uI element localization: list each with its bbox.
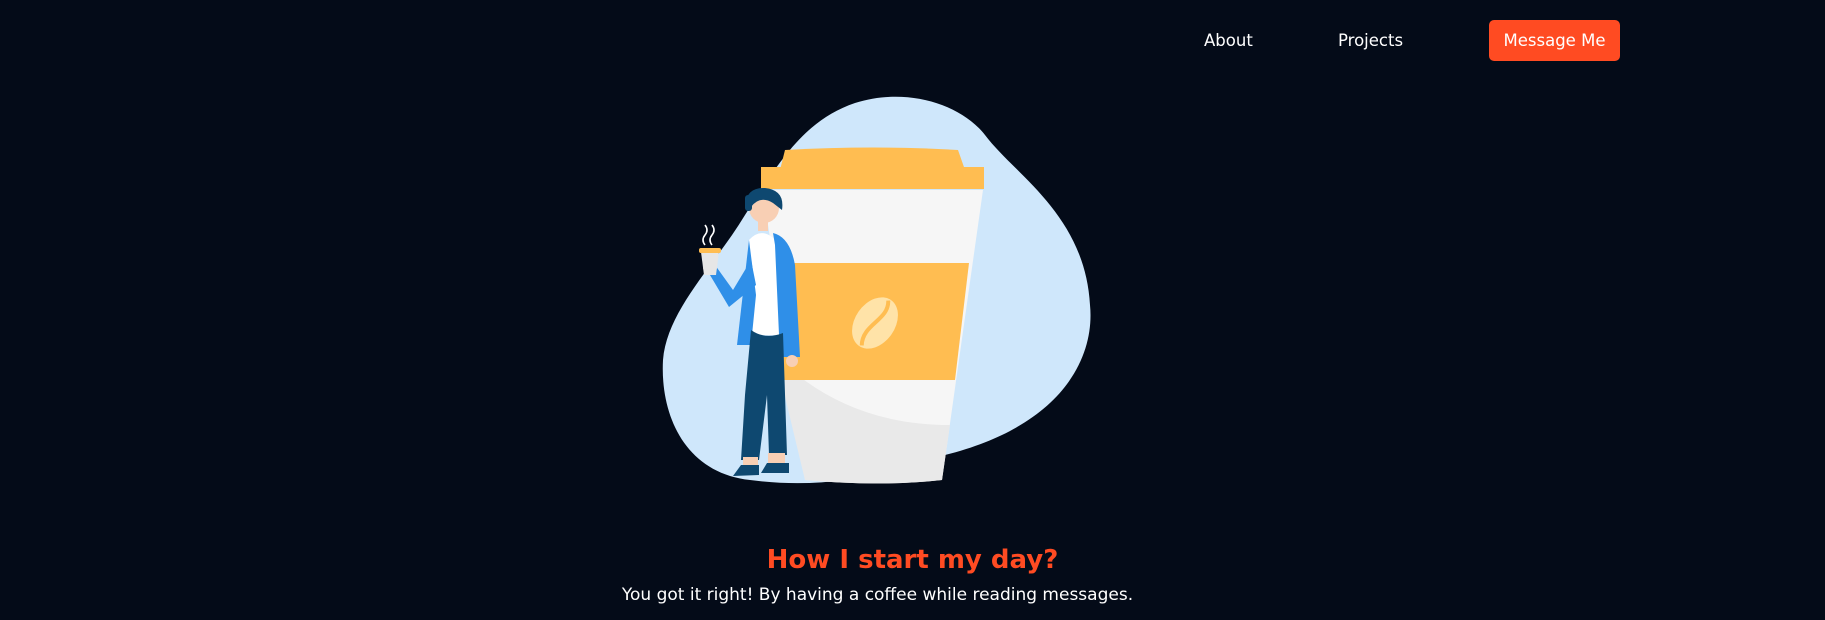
cup-lid-rim bbox=[761, 167, 984, 189]
nav-link-projects[interactable]: Projects bbox=[1338, 20, 1403, 61]
hero-title: How I start my day? bbox=[766, 545, 1059, 575]
hero-subtitle: You got it right! By having a coffee whi… bbox=[621, 585, 1134, 605]
small-cup bbox=[701, 252, 719, 275]
page: About Projects Message Me How I start my… bbox=[0, 0, 1825, 620]
message-me-button[interactable]: Message Me bbox=[1489, 20, 1620, 61]
nav-link-about[interactable]: About bbox=[1204, 20, 1253, 61]
top-nav: About Projects Message Me bbox=[0, 20, 1825, 61]
coffee-illustration bbox=[662, 96, 1091, 484]
steam bbox=[702, 224, 715, 246]
cup-lid-top bbox=[780, 147, 965, 170]
